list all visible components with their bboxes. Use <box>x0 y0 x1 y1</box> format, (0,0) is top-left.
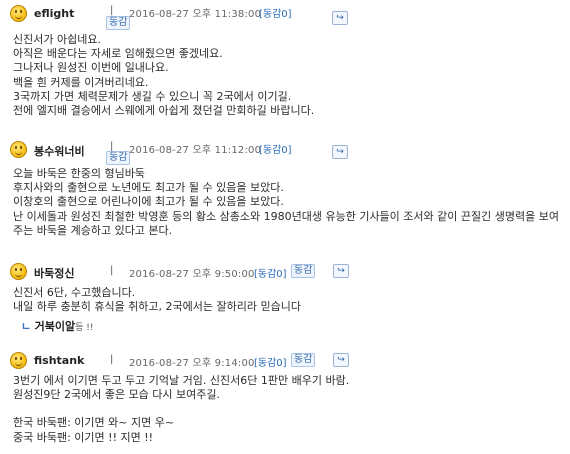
comment-line: 전에 엘지배 결승에서 스웨에게 아쉽게 졌던걸 만회하길 바랍니다. <box>13 104 315 118</box>
comment-header: 바둑정신 | 2016-08-27 오후 9:50:00 [동감0] 동감 ↪ <box>0 260 570 284</box>
agree-badge[interactable]: 동감 <box>291 353 316 367</box>
comment-line: 백을 흰 커제를 이겨버리네요. <box>13 75 149 89</box>
comment-line: 중국 바둑팬: 이기면 !! 지면 !! <box>13 430 154 444</box>
comment-line: 오늘 바둑은 한중의 형님바둑 <box>13 167 145 180</box>
reply-icon[interactable]: ↪ <box>332 11 348 25</box>
comment-line: 내일 하루 충분히 휴식을 취하고, 2국에서는 잘하리라 믿습니다 <box>13 300 301 314</box>
sub-reply[interactable]: ㄴ 거북이알등 !! <box>21 318 93 334</box>
comment-nickname[interactable]: 바둑정신 <box>34 265 74 281</box>
comment-line: 이창호의 출현으로 어린나이에 최고가 될 수 있음을 보았다. <box>13 195 284 209</box>
comment-nickname[interactable]: fishtank <box>34 354 84 367</box>
agree-link[interactable]: [동감0] <box>259 141 292 156</box>
comment-header: fishtank | 2016-08-27 오후 9:14:00 [동감0] 동… <box>0 349 570 373</box>
comment-date: 2016-08-27 오후 11:12:00 <box>129 145 262 156</box>
comment-line: 그나저나 원성진 이번에 일내나요. <box>13 61 169 75</box>
sub-reply-user[interactable]: 거북이알 <box>35 320 75 333</box>
comment-body: 3번기 에서 이기면 두고 두고 기억날 거임. 신진서6단 1판만 배우기 바… <box>13 374 349 445</box>
comment-line: 신진서가 아쉽네요. <box>13 33 101 46</box>
comment-line: 원성진9단 2국에서 좋은 모습 다시 보여주길. <box>13 388 221 402</box>
comment-line: 3국까지 가면 체력문제가 생길 수 있으니 꼭 2국에서 이기길. <box>13 89 292 103</box>
comment-body: 오늘 바둑은 한중의 형님바둑 후지사와의 출현으로 노년에도 최고가 될 수 … <box>13 167 563 238</box>
agree-link[interactable]: [동감0] <box>254 354 287 369</box>
comment-date: 2016-08-27 오후 11:38:00 <box>129 9 262 20</box>
reply-icon[interactable]: ↪ <box>333 353 349 367</box>
agree-badge[interactable]: 동감 <box>106 16 131 30</box>
agree-badge[interactable]: 동감 <box>106 151 131 165</box>
smiley-icon <box>10 352 27 369</box>
comment-line: 난 이세돌과 원성진 최철한 박영훈 등의 황소 삼총소와 1980년대생 유능… <box>13 209 559 237</box>
comment-line: 한국 바둑팬: 이기면 와~ 지면 우~ <box>13 416 175 430</box>
separator: | <box>110 5 114 16</box>
reply-icon[interactable]: ↪ <box>332 145 348 159</box>
comment-body: 신진서 6단, 수고했습니다. 내일 하루 충분히 휴식을 취하고, 2국에서는… <box>13 286 301 314</box>
reply-arrow-icon: ㄴ <box>21 320 32 333</box>
agree-link[interactable]: [동감0] <box>259 5 292 20</box>
smiley-icon <box>10 5 27 22</box>
smiley-icon <box>10 263 27 280</box>
comment-header: 봉수워너비 | 2016-08-27 오후 11:12:00 [동감0] 동감 … <box>0 138 570 165</box>
comment-body: 신진서가 아쉽네요. 아직은 배운다는 자세로 임해줬으면 좋겠네요. 그나저나… <box>13 33 314 118</box>
separator: | <box>110 354 114 365</box>
comment-line: 후지사와의 출현으로 노년에도 최고가 될 수 있음을 보았다. <box>13 181 284 195</box>
smiley-icon <box>10 141 27 158</box>
comment-header: eflight | 2016-08-27 오후 11:38:00 [동감0] 동… <box>0 2 570 30</box>
comment-date: 2016-08-27 오후 9:50:00 <box>129 269 255 280</box>
agree-link[interactable]: [동감0] <box>254 265 287 280</box>
comment-line: 3번기 에서 이기면 두고 두고 기억날 거임. 신진서6단 1판만 배우기 바… <box>13 374 350 387</box>
comment-line: 아직은 배운다는 자세로 임해줬으면 좋겠네요. <box>13 47 223 61</box>
comment-date: 2016-08-27 오후 9:14:00 <box>129 358 255 369</box>
comment-nickname[interactable]: eflight <box>34 7 74 20</box>
reply-icon[interactable]: ↪ <box>333 264 349 278</box>
comment-line: 신진서 6단, 수고했습니다. <box>13 286 136 299</box>
comment-nickname[interactable]: 봉수워너비 <box>34 143 85 159</box>
agree-badge[interactable]: 동감 <box>291 264 316 278</box>
comment-line <box>13 402 349 416</box>
separator: | <box>110 265 114 276</box>
sub-reply-suffix: 등 !! <box>75 323 94 333</box>
